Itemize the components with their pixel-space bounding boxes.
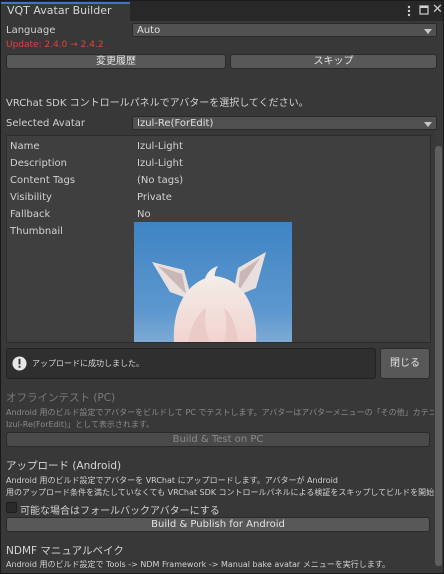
selected-avatar-label: Selected Avatar — [6, 118, 85, 129]
scrollbar-thumb[interactable] — [435, 146, 442, 566]
close-notice-button[interactable]: 閉じる — [380, 348, 430, 379]
language-value: Auto — [137, 25, 161, 36]
info-icon — [12, 356, 27, 371]
upload-success-message: アップロードに成功しました。 — [32, 359, 144, 368]
detail-label-thumbnail: Thumbnail — [10, 226, 63, 237]
intro-text: VRChat SDK コントロールパネルでアバターを選択してください。 — [6, 98, 309, 109]
detail-value-visibility: Private — [137, 192, 172, 203]
upload-android-desc-2: 用のアップロード条件を満たしていなくても VRChat SDK コントロールパネ… — [6, 488, 434, 497]
detail-value-fallback: No — [137, 209, 151, 220]
avatar-thumbnail-image — [134, 222, 292, 342]
build-publish-android-button[interactable]: Build & Publish for Android — [6, 517, 430, 532]
detail-label-content-tags: Content Tags — [10, 175, 76, 186]
ndmf-manual-bake-title: NDMF マニュアルベイク — [6, 545, 124, 557]
upload-android-desc-1: Android 用のビルド設定でアバターを VRChat にアップロードします。… — [6, 476, 338, 485]
offline-test-desc-2: Izul-Re(ForEdit)」として表示されます。 — [6, 420, 155, 429]
detail-label-fallback: Fallback — [10, 209, 51, 220]
upload-success-notice: アップロードに成功しました。 — [6, 348, 376, 379]
language-label: Language — [6, 25, 56, 36]
history-button[interactable]: 変更履歴 — [6, 54, 226, 69]
tab-title: VQT Avatar Builder — [7, 4, 112, 17]
selected-avatar-value: Izul-Re(ForEdit) — [137, 118, 214, 129]
maximize-icon[interactable] — [419, 5, 429, 15]
detail-label-name: Name — [10, 141, 40, 152]
detail-value-content-tags: (No tags) — [137, 175, 184, 186]
detail-label-visibility: Visibility — [10, 192, 52, 203]
skip-button[interactable]: スキップ — [230, 54, 437, 69]
selected-avatar-dropdown[interactable]: Izul-Re(ForEdit) — [132, 116, 437, 130]
kebab-menu-icon[interactable] — [403, 5, 415, 17]
fallback-checkbox[interactable] — [6, 502, 17, 513]
chevron-down-icon — [424, 122, 432, 127]
offline-test-desc-1: Android 用のビルド設定でアバターをビルドして PC でテストします。アバ… — [6, 408, 434, 417]
fallback-checkbox-label: 可能な場合はフォールバックアバターにする — [20, 506, 220, 517]
chevron-down-icon — [424, 29, 432, 34]
language-dropdown[interactable]: Auto — [132, 23, 437, 37]
upload-android-title: アップロード (Android) — [6, 460, 122, 472]
offline-test-title: オフラインテスト (PC) — [6, 392, 116, 404]
update-notice: Update: 2.4.0 → 2.4.2 — [6, 40, 104, 50]
close-icon[interactable]: ✕ — [432, 2, 443, 17]
ndmf-manual-bake-desc: Android 用のビルド設定で Tools -> NDM Framework … — [6, 560, 390, 569]
detail-value-name: Izul-Light — [137, 141, 183, 152]
detail-label-description: Description — [10, 158, 67, 169]
build-test-pc-button[interactable]: Build & Test on PC — [6, 432, 430, 447]
detail-value-description: Izul-Light — [137, 158, 183, 169]
